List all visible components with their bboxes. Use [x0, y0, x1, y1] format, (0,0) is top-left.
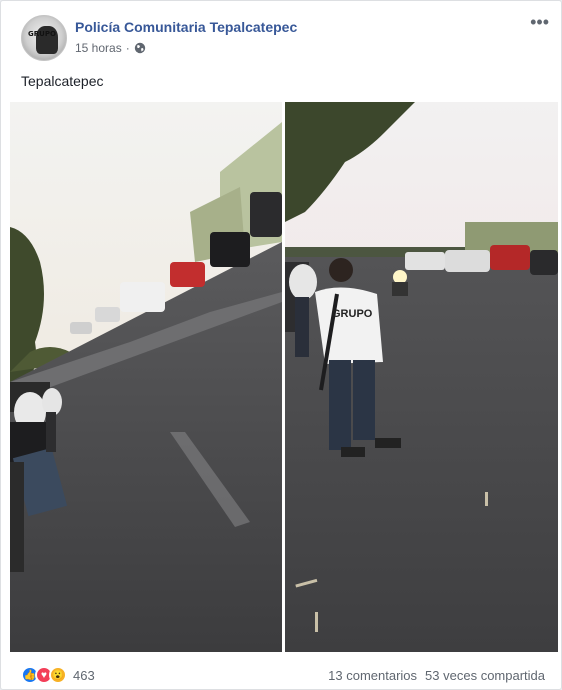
post-footer: 👍 ♥ 😮 463 13 comentarios 53 veces compar…	[21, 663, 545, 687]
photo-right-image: GRUPO	[285, 102, 558, 652]
photo-right[interactable]: GRUPO	[285, 102, 558, 652]
page-name-link[interactable]: Policía Comunitaria Tepalcatepec	[75, 19, 297, 35]
post-meta: 15 horas ·	[75, 41, 146, 55]
shares-count-link[interactable]: 53 veces compartida	[425, 668, 545, 683]
photo-left[interactable]	[10, 102, 282, 652]
wow-icon: 😮	[49, 666, 67, 684]
post-text: Tepalcatepec	[21, 73, 104, 89]
post-card: GRUPO Policía Comunitaria Tepalcatepec 1…	[0, 0, 562, 690]
engagement-stats: 13 comentarios 53 veces compartida	[328, 668, 545, 683]
ellipsis-icon: •••	[530, 12, 549, 32]
post-header: GRUPO Policía Comunitaria Tepalcatepec 1…	[21, 13, 549, 61]
dot-separator: ·	[125, 41, 130, 55]
reactions-summary[interactable]: 👍 ♥ 😮 463	[21, 666, 95, 684]
comments-count-link[interactable]: 13 comentarios	[328, 668, 417, 683]
more-options-button[interactable]: •••	[530, 13, 549, 31]
avatar-label: GRUPO	[28, 30, 56, 38]
shirt-text: GRUPO	[332, 308, 373, 320]
photo-left-image	[10, 102, 282, 652]
reaction-count[interactable]: 463	[73, 668, 95, 683]
globe-icon[interactable]	[134, 42, 146, 54]
avatar[interactable]: GRUPO	[21, 15, 67, 61]
post-timestamp[interactable]: 15 horas	[75, 41, 122, 55]
